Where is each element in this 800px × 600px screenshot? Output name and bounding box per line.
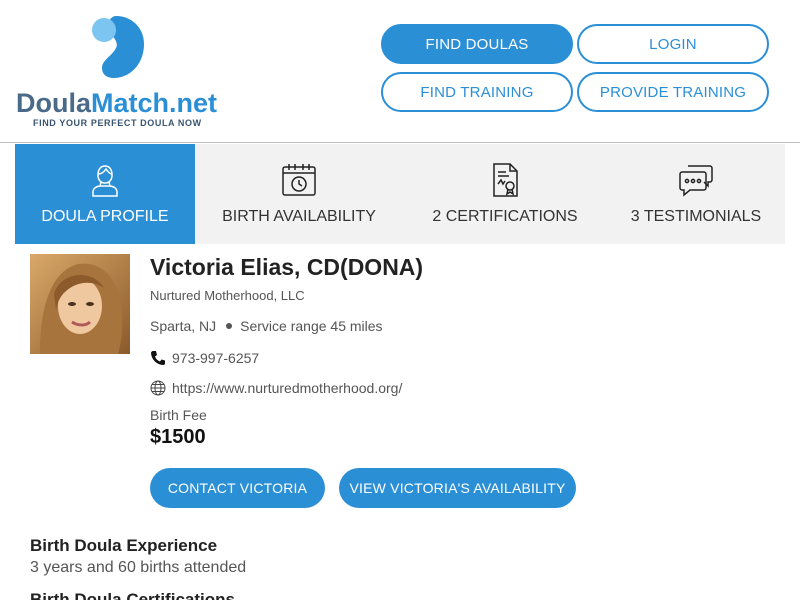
- contact-doula-button[interactable]: CONTACT VICTORIA: [150, 468, 325, 508]
- doula-organization: Nurtured Motherhood, LLC: [150, 288, 305, 303]
- phone-icon: [151, 351, 165, 365]
- tab-certifications-label: 2 CERTIFICATIONS: [432, 208, 578, 225]
- tab-doula-profile-label: DOULA PROFILE: [41, 208, 169, 225]
- doula-location: Sparta, NJ: [150, 318, 217, 334]
- person-icon: [92, 165, 118, 197]
- experience-heading: Birth Doula Experience: [30, 536, 218, 555]
- globe-icon: [150, 380, 166, 396]
- website-link[interactable]: https://www.nurturedmotherhood.org/: [172, 380, 402, 396]
- separator-dot: [226, 323, 233, 329]
- website-row[interactable]: https://www.nurturedmotherhood.org/: [150, 380, 402, 396]
- phone-number[interactable]: 973-997-6257: [172, 350, 259, 366]
- tab-testimonials[interactable]: 3 TESTIMONIALS: [607, 144, 785, 244]
- experience-text: 3 years and 60 births attended: [30, 559, 247, 576]
- tab-birth-availability-label: BIRTH AVAILABILITY: [222, 208, 376, 225]
- birth-fee-value: $1500: [150, 426, 206, 448]
- login-button[interactable]: LOGIN: [577, 24, 769, 64]
- find-doulas-button[interactable]: FIND DOULAS: [381, 24, 573, 64]
- tab-testimonials-label: 3 TESTIMONIALS: [630, 208, 762, 225]
- site-header: DoulaMatch.net FIND YOUR PERFECT DOULA N…: [0, 0, 800, 143]
- logo-tagline: FIND YOUR PERFECT DOULA NOW: [33, 118, 202, 128]
- logo-mark-icon: [92, 16, 144, 78]
- tab-certifications[interactable]: 2 CERTIFICATIONS: [403, 144, 607, 244]
- avatar: [30, 254, 130, 354]
- provide-training-button[interactable]: PROVIDE TRAINING: [577, 72, 769, 112]
- service-range: Service range 45 miles: [240, 318, 383, 334]
- doula-name: Victoria Elias, CD(DONA): [150, 254, 424, 280]
- site-logo[interactable]: DoulaMatch.net FIND YOUR PERFECT DOULA N…: [16, 12, 226, 132]
- certifications-heading: Birth Doula Certifications: [30, 590, 235, 600]
- birth-fee-label: Birth Fee: [150, 407, 207, 423]
- find-training-button[interactable]: FIND TRAINING: [381, 72, 573, 112]
- location-row: Sparta, NJ Service range 45 miles: [150, 318, 383, 334]
- tab-birth-availability[interactable]: BIRTH AVAILABILITY: [195, 144, 403, 244]
- chat-bubbles-icon: [679, 165, 713, 197]
- logo-word-part1: Doula: [16, 88, 92, 118]
- tab-doula-profile[interactable]: DOULA PROFILE: [15, 144, 195, 244]
- logo-wordmark: DoulaMatch.net: [16, 88, 217, 119]
- phone-row[interactable]: 973-997-6257: [150, 350, 259, 366]
- profile-tabs: DOULA PROFILE BIRTH AVAILABILITY 2 CERTI…: [15, 144, 785, 244]
- certificate-icon: [493, 163, 518, 197]
- logo-word-part2: Match.net: [91, 88, 218, 118]
- view-availability-button[interactable]: VIEW VICTORIA'S AVAILABILITY: [339, 468, 576, 508]
- calendar-clock-icon: [282, 164, 316, 196]
